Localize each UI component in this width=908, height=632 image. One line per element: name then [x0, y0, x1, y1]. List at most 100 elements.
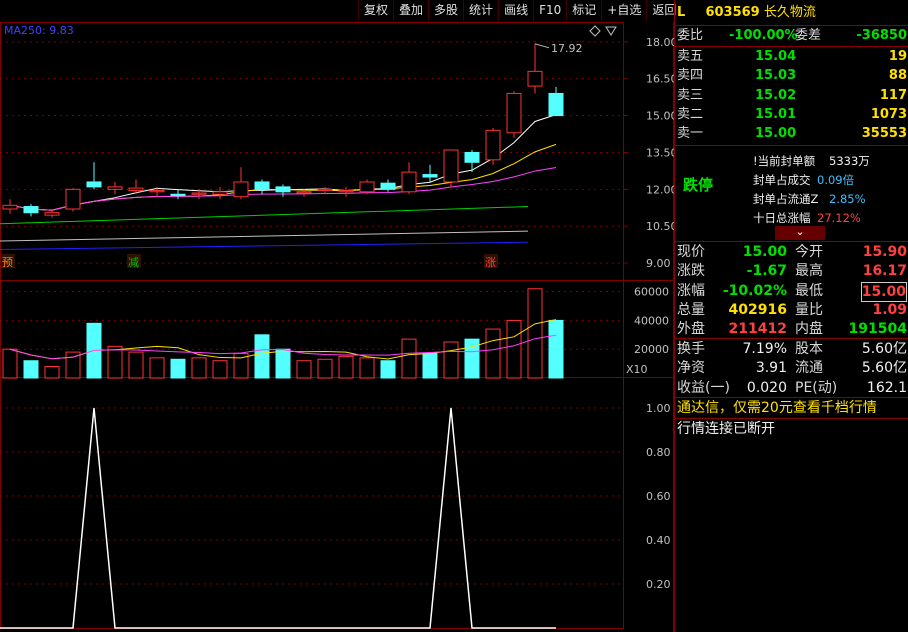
candle-body — [401, 171, 417, 193]
volume-bar — [23, 360, 39, 379]
stat-value: 16.17 — [862, 263, 907, 280]
seal-row: 封单占成交 0.09倍 — [677, 171, 907, 189]
triangle-down-icon — [605, 26, 617, 36]
tool-statistics-button[interactable]: 统计 — [463, 0, 498, 21]
candle-body — [44, 212, 60, 216]
ask-row[interactable]: 卖二 15.01 1073 — [677, 106, 907, 124]
candle-body — [2, 204, 18, 210]
indicator-tick-label: 0.40 — [646, 534, 671, 547]
indicator-tick-label: 1.00 — [646, 402, 671, 415]
high-price-label: 17.92 — [551, 42, 583, 55]
ask-price: 15.04 — [755, 49, 797, 64]
volume-bar — [275, 348, 291, 379]
tool-f10-button[interactable]: F10 — [533, 0, 566, 21]
candle-body — [107, 186, 123, 190]
event-marker: 涨 — [485, 256, 496, 269]
volume-bar — [506, 319, 522, 379]
seal-value: 27.12% — [817, 211, 861, 225]
stat-label: 涨跌 — [677, 263, 705, 280]
stat-row: 现价 15.00 今开 15.90 — [677, 243, 907, 261]
seal-row: 十日总涨幅 27.12% — [677, 209, 907, 227]
volume-bar — [548, 319, 564, 379]
volume-bar — [128, 351, 144, 379]
ask-volume: 19 — [888, 49, 907, 64]
stat-label: 外盘 — [677, 321, 705, 338]
seal-value: 5333万 — [829, 154, 870, 168]
stat-label: 收益(一) — [677, 379, 730, 396]
price-tick-label: 12.00 — [646, 183, 674, 196]
stat-label: 流通 — [795, 360, 823, 377]
stock-code: 603569 — [705, 5, 760, 20]
volume-bar — [422, 353, 438, 379]
stat-label: 换手 — [677, 341, 705, 357]
ask-price: 15.00 — [755, 126, 797, 142]
high-pointer — [534, 43, 550, 49]
stat-label: 内盘 — [795, 321, 823, 338]
stat-value: 0.020 — [746, 379, 787, 396]
stat-value: 3.91 — [755, 360, 787, 377]
volume-bar — [170, 358, 186, 379]
candle-body — [170, 193, 186, 196]
stat-row: 涨幅 -10.02% 最低 15.00 — [677, 281, 907, 302]
candle-body — [380, 182, 396, 190]
ask-label: 卖一 — [677, 126, 704, 142]
ask-row[interactable]: 卖五 15.04 19 — [677, 48, 907, 66]
volume-bar — [254, 334, 270, 379]
chart-toolbar: 复权 叠加 多股 统计 画线 F10 标记 +自选 返回 — [358, 0, 681, 21]
price-tick-label: 15.00 — [646, 110, 674, 123]
tool-draw-line-button[interactable]: 画线 — [498, 0, 533, 21]
tool-overlay-button[interactable]: 叠加 — [393, 0, 428, 21]
stat-label: 总量 — [677, 301, 705, 318]
indicator-tick-label: 0.60 — [646, 490, 671, 503]
candle-body — [86, 181, 102, 188]
tool-restore-rights-button[interactable]: 复权 — [358, 0, 393, 21]
seal-label: !当前封单额 — [753, 154, 816, 168]
stat-row: 总量 402916 量比 1.09 — [677, 301, 907, 319]
ask-row[interactable]: 卖一 15.00 35553 — [677, 125, 907, 143]
volume-bar — [44, 365, 60, 379]
volume-bar — [212, 360, 228, 379]
price-tick-label: 16.50 — [646, 73, 674, 86]
stat-label: 涨幅 — [677, 282, 705, 299]
stat-row: 外盘 211412 内盘 191504 — [677, 320, 907, 338]
candle-body — [506, 92, 522, 134]
seal-label: 封单占成交 — [753, 173, 811, 187]
stat-label: 股本 — [795, 341, 823, 357]
candle-body — [464, 151, 480, 163]
stat-value: 5.60亿 — [861, 341, 907, 357]
stat-value: -10.02% — [722, 282, 787, 299]
stat-label: PE(动) — [795, 379, 838, 396]
ma250-label: MA250: 9.83 — [4, 24, 74, 37]
candle-body — [338, 190, 354, 193]
collapse-toggle-button[interactable]: ⌄ — [775, 226, 825, 240]
upgrade-ad-link[interactable]: 通达信，仅需20元查看千档行情 — [677, 399, 907, 417]
candle-body — [212, 191, 228, 195]
ask-row[interactable]: 卖四 15.03 88 — [677, 67, 907, 85]
stat-label: 今开 — [795, 244, 823, 260]
ask-price: 15.01 — [755, 106, 797, 122]
seal-label: 封单占流通Z — [753, 192, 819, 206]
stock-name: 长久物流 — [763, 5, 816, 20]
candle-body — [65, 188, 81, 210]
stat-value: 7.19% — [742, 341, 787, 357]
candle-body — [548, 92, 564, 117]
seal-row: 封单占流通Z 2.85% — [677, 190, 907, 208]
stat-value: 1.09 — [872, 301, 907, 318]
indicator-tick-label: 0.80 — [646, 446, 671, 459]
event-marker: 减 — [128, 256, 139, 269]
candle-body — [275, 186, 291, 193]
stat-row: 净资 3.91 流通 5.60亿 — [677, 359, 907, 377]
volume-bar — [380, 360, 396, 379]
stat-label: 最低 — [795, 282, 823, 299]
tool-add-favorite-button[interactable]: +自选 — [601, 0, 646, 21]
stat-row: 涨跌 -1.67 最高 16.17 — [677, 262, 907, 280]
volume-bar — [191, 357, 207, 379]
tool-mark-button[interactable]: 标记 — [566, 0, 601, 21]
ask-price: 15.03 — [755, 68, 797, 84]
ask-label: 卖三 — [677, 87, 704, 103]
price-tick-label: 9.00 — [646, 257, 671, 270]
ask-row[interactable]: 卖三 15.02 117 — [677, 87, 907, 105]
kline-chart[interactable]: 18.00 16.50 15.00 13.50 12.00 10.50 9.00 17.92 M… — [0, 0, 674, 632]
tool-multi-stock-button[interactable]: 多股 — [428, 0, 463, 21]
header-letter: L — [677, 5, 686, 20]
